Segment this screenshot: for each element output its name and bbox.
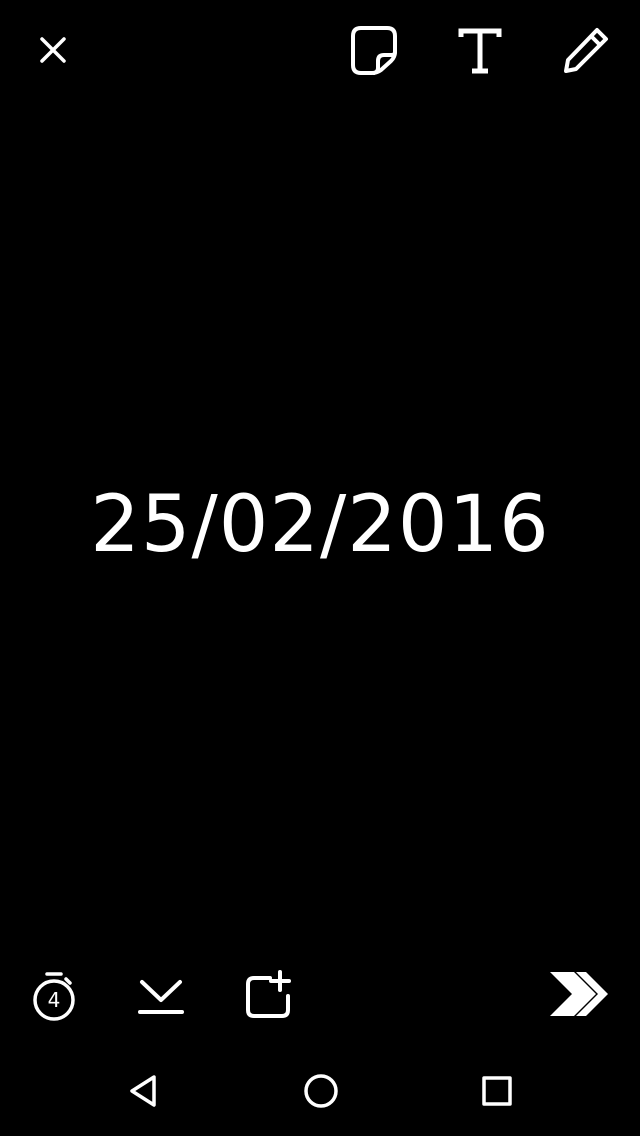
close-icon: [40, 37, 66, 63]
circle-home-icon: [304, 1074, 338, 1108]
system-navigation-bar: [0, 1046, 640, 1136]
snap-editor-screen: 25/02/2016 4: [0, 0, 640, 1046]
sticker-button[interactable]: [344, 22, 404, 78]
text-tool-icon: [458, 28, 502, 74]
send-button[interactable]: [544, 966, 614, 1022]
send-arrow-icon: [550, 972, 608, 1016]
nav-back-button[interactable]: [118, 1066, 168, 1116]
triangle-back-icon: [130, 1075, 156, 1107]
nav-home-button[interactable]: [295, 1065, 347, 1117]
save-button[interactable]: [134, 970, 188, 1020]
timer-button[interactable]: 4: [26, 966, 82, 1026]
pencil-icon: [564, 28, 608, 73]
sticker-icon: [351, 26, 397, 75]
draw-pencil-button[interactable]: [558, 22, 614, 78]
add-to-story-icon: [246, 970, 291, 1018]
close-button[interactable]: [28, 25, 78, 75]
timer-icon: 4: [33, 972, 75, 1021]
nav-recents-button[interactable]: [472, 1066, 522, 1116]
add-to-story-button[interactable]: [240, 966, 296, 1024]
square-recents-icon: [482, 1076, 512, 1106]
download-icon: [138, 980, 184, 1014]
timer-seconds-label: 4: [48, 988, 61, 1012]
text-tool-button[interactable]: [452, 20, 508, 80]
caption-text[interactable]: 25/02/2016: [0, 470, 640, 580]
